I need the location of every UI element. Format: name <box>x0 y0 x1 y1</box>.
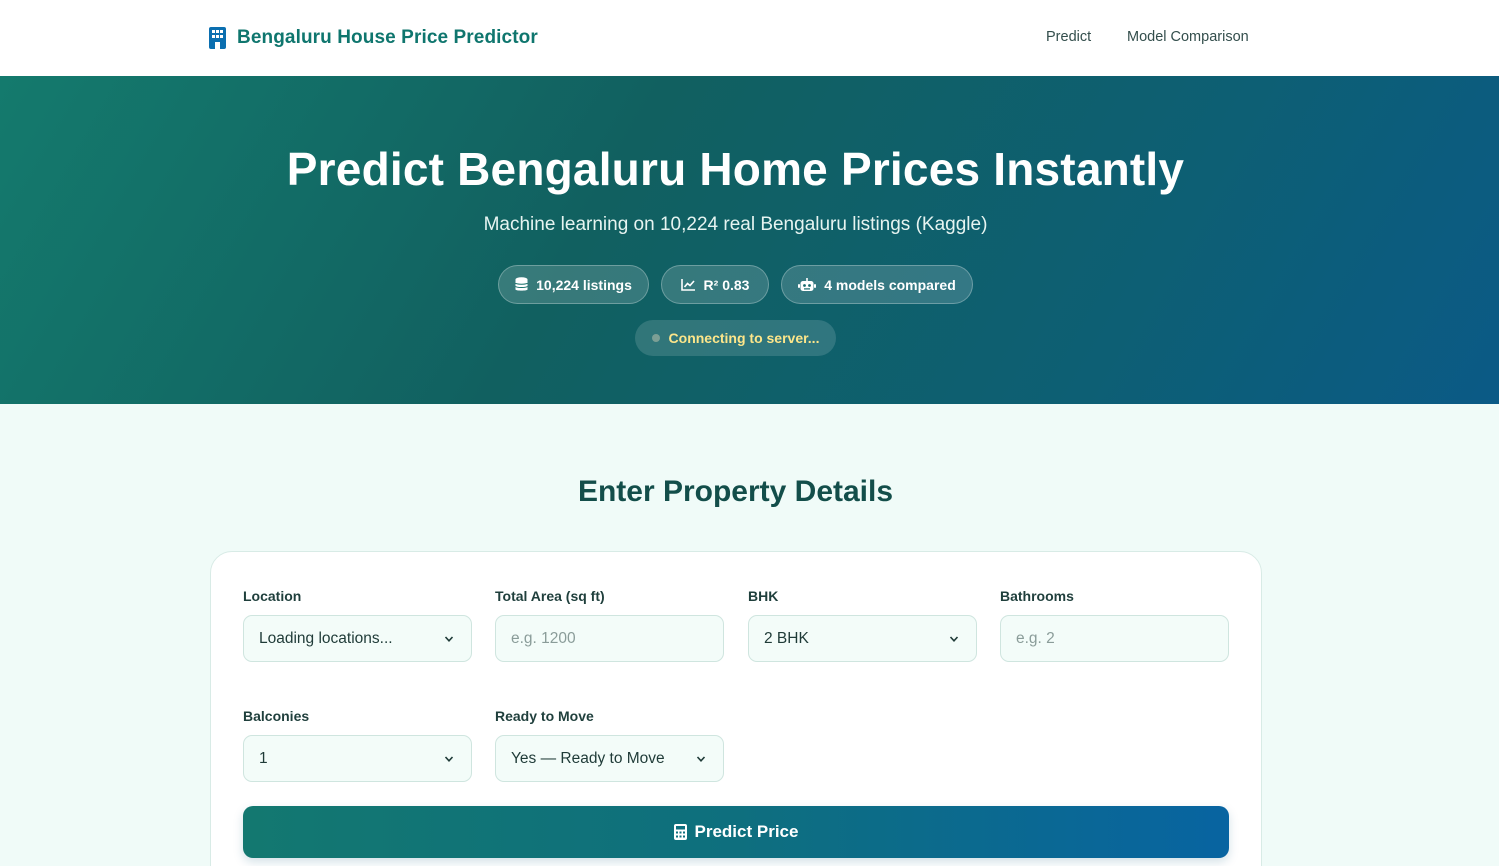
ready-to-move-select-value: Yes — Ready to Move <box>511 749 665 767</box>
location-select[interactable]: Loading locations... <box>243 615 472 662</box>
bathrooms-label: Bathrooms <box>1000 588 1074 604</box>
chevron-down-icon <box>949 636 959 642</box>
brand[interactable]: Bengaluru House Price Predictor <box>209 26 538 50</box>
ready-to-move-select[interactable]: Yes — Ready to Move <box>495 735 724 782</box>
nav-link-predict[interactable]: Predict <box>1046 29 1091 45</box>
chart-line-icon <box>680 279 695 291</box>
server-status-text: Connecting to server... <box>668 330 820 346</box>
stat-pill-label: 4 models compared <box>824 276 956 293</box>
balconies-select-value: 1 <box>259 749 268 767</box>
nav-link-model-comparison[interactable]: Model Comparison <box>1127 29 1249 45</box>
stat-pill-label: R² 0.83 <box>703 276 750 293</box>
location-label: Location <box>243 588 302 604</box>
stat-pill-r2: R² 0.83 <box>661 265 769 304</box>
top-navbar: Bengaluru House Price Predictor Predict … <box>0 0 1499 76</box>
stat-pill-models: 4 models compared <box>781 265 973 304</box>
predict-price-label: Predict Price <box>694 822 799 841</box>
chevron-down-icon <box>444 756 454 762</box>
bhk-select[interactable]: 2 BHK <box>748 615 977 662</box>
robot-icon <box>798 277 817 291</box>
building-icon <box>209 27 226 49</box>
bathrooms-input[interactable]: e.g. 2 <box>1000 615 1229 662</box>
calculator-icon <box>673 824 687 840</box>
balconies-select[interactable]: 1 <box>243 735 472 782</box>
predict-price-button[interactable]: Predict Price <box>243 806 1229 858</box>
status-dot-icon <box>651 334 660 342</box>
stat-pill-label: 10,224 listings <box>536 276 632 293</box>
area-input-placeholder: e.g. 1200 <box>511 629 576 647</box>
ready-to-move-label: Ready to Move <box>495 708 594 724</box>
location-select-value: Loading locations... <box>259 629 393 647</box>
hero-subtitle: Machine learning on 10,224 real Bengalur… <box>483 214 988 235</box>
section-title: Enter Property Details <box>577 475 894 508</box>
bhk-label: BHK <box>748 588 779 604</box>
area-label: Total Area (sq ft) <box>495 588 605 604</box>
balconies-label: Balconies <box>243 708 310 724</box>
bathrooms-input-placeholder: e.g. 2 <box>1016 629 1055 647</box>
stat-pill-listings: 10,224 listings <box>498 265 649 304</box>
database-icon <box>515 277 529 291</box>
hero-banner: Predict Bengaluru Home Prices Instantly … <box>0 76 1499 404</box>
hero-title: Predict Bengaluru Home Prices Instantly <box>286 143 1185 195</box>
area-input[interactable]: e.g. 1200 <box>495 615 724 662</box>
chevron-down-icon <box>444 636 454 642</box>
bhk-select-value: 2 BHK <box>764 629 809 647</box>
chevron-down-icon <box>696 756 706 762</box>
server-status-badge: Connecting to server... <box>635 320 836 356</box>
brand-title: Bengaluru House Price Predictor <box>237 27 538 48</box>
